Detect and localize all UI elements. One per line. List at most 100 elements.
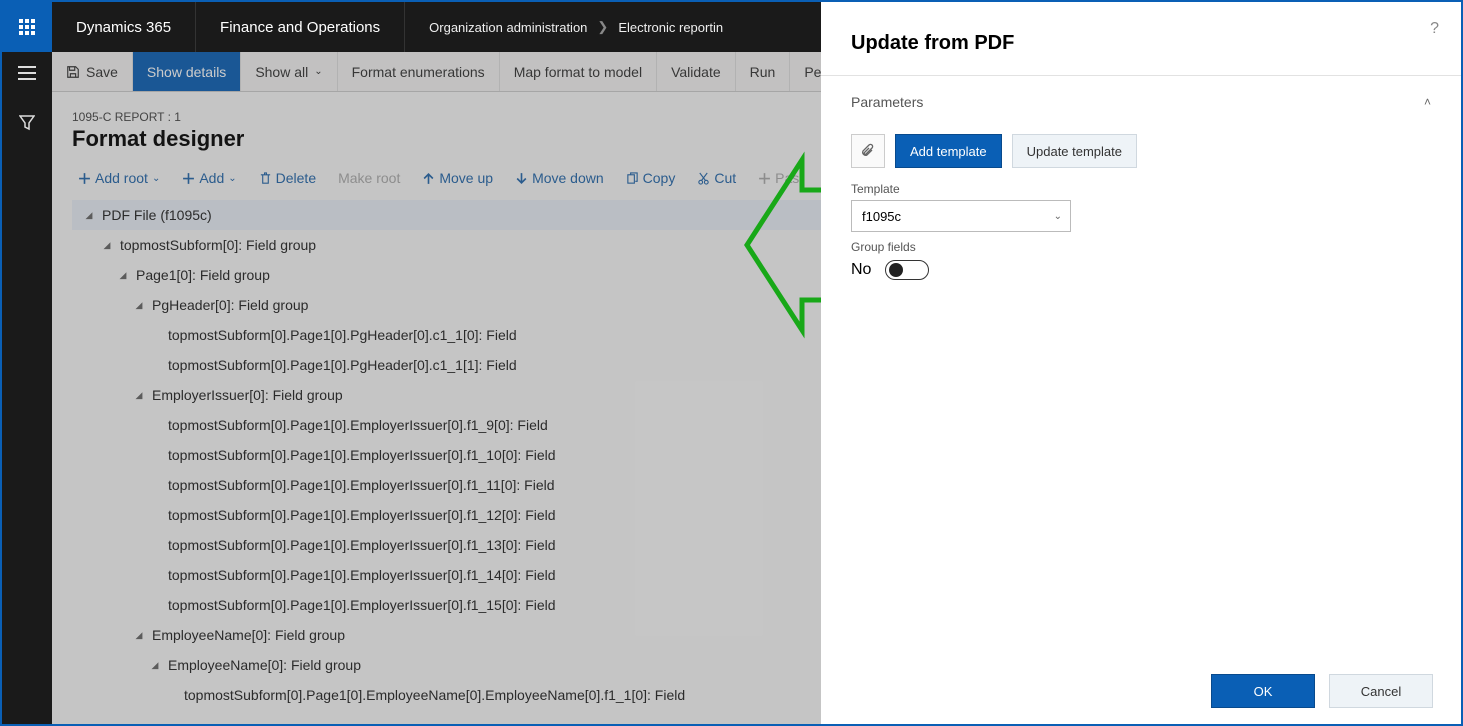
paste-label: Pas <box>775 170 799 186</box>
add-button[interactable]: Add ⌄ <box>176 166 242 190</box>
group-fields-toggle[interactable] <box>885 260 929 280</box>
format-enumerations-button[interactable]: Format enumerations <box>338 52 500 91</box>
ok-button[interactable]: OK <box>1211 674 1315 708</box>
validate-button[interactable]: Validate <box>657 52 736 91</box>
attachment-button[interactable] <box>851 134 885 168</box>
tree-row-label: PgHeader[0]: Field group <box>152 297 308 313</box>
collapse-icon[interactable]: ◢ <box>100 238 114 252</box>
save-icon <box>66 65 80 79</box>
save-button[interactable]: Save <box>52 52 133 91</box>
tree-row-label: topmostSubform[0].Page1[0].PgHeader[0].c… <box>168 327 517 343</box>
move-up-button[interactable]: Move up <box>416 166 499 190</box>
tree-row-label: Page1[0]: Field group <box>136 267 270 283</box>
collapse-icon[interactable]: ◢ <box>82 208 96 222</box>
tree-row-label: PDF File (f1095c) <box>102 207 212 223</box>
template-field-label: Template <box>851 182 1431 196</box>
add-template-button[interactable]: Add template <box>895 134 1002 168</box>
trash-icon <box>259 172 272 185</box>
arrow-up-icon <box>422 172 435 185</box>
cut-label: Cut <box>714 170 736 186</box>
show-all-label: Show all <box>255 64 308 80</box>
cut-icon <box>697 172 710 185</box>
collapse-icon[interactable]: ◢ <box>116 268 130 282</box>
collapse-icon[interactable]: ◢ <box>148 658 162 672</box>
chevron-right-icon: ❯ <box>597 19 608 35</box>
chevron-down-icon: ⌄ <box>152 173 160 184</box>
copy-icon <box>626 172 639 185</box>
tree-row-label: topmostSubform[0]: Field group <box>120 237 316 253</box>
waffle-icon <box>19 19 35 35</box>
tree-row-label: topmostSubform[0].Page1[0].EmployerIssue… <box>168 447 556 463</box>
show-all-button[interactable]: Show all ⌄ <box>241 52 337 91</box>
copy-button[interactable]: Copy <box>620 166 682 190</box>
add-label: Add <box>199 170 224 186</box>
toggle-knob <box>889 263 903 277</box>
tree-row-label: EmployerIssuer[0]: Field group <box>152 387 343 403</box>
move-down-label: Move down <box>532 170 604 186</box>
paperclip-icon <box>860 143 876 159</box>
chevron-down-icon: ⌄ <box>228 173 236 184</box>
tree-row-label: topmostSubform[0].Page1[0].EmployerIssue… <box>168 417 548 433</box>
filter-icon[interactable] <box>19 115 35 136</box>
update-from-pdf-panel: ? Update from PDF Parameters ˄ Add templ… <box>821 2 1461 724</box>
group-fields-field: Group fields No <box>851 240 1431 280</box>
app-launcher-button[interactable] <box>2 2 52 52</box>
collapse-icon[interactable]: ◢ <box>132 298 146 312</box>
module-label[interactable]: Finance and Operations <box>196 2 405 52</box>
group-fields-value: No <box>851 261 871 279</box>
parameters-section-header[interactable]: Parameters ˄ <box>821 76 1461 120</box>
move-up-label: Move up <box>439 170 493 186</box>
save-label: Save <box>86 64 118 80</box>
add-root-label: Add root <box>95 170 148 186</box>
tree-row-label: topmostSubform[0].Page1[0].EmployerIssue… <box>168 537 556 553</box>
panel-title: Update from PDF <box>821 2 1461 75</box>
help-icon[interactable]: ? <box>1430 20 1439 38</box>
make-root-button: Make root <box>332 166 406 190</box>
cut-button[interactable]: Cut <box>691 166 742 190</box>
parameters-section-body: Add template Update template Template f1… <box>821 120 1461 286</box>
chevron-down-icon: ⌄ <box>314 66 322 77</box>
arrow-down-icon <box>515 172 528 185</box>
tree-row-label: topmostSubform[0].Page1[0].EmployeeName[… <box>184 687 685 703</box>
left-rail <box>2 52 52 724</box>
template-select[interactable]: f1095c ⌄ <box>851 200 1071 232</box>
menu-icon[interactable] <box>18 66 36 85</box>
add-root-button[interactable]: Add root ⌄ <box>72 166 166 190</box>
collapse-icon[interactable]: ◢ <box>132 628 146 642</box>
plus-icon <box>78 172 91 185</box>
tree-row-label: topmostSubform[0].Page1[0].EmployerIssue… <box>168 507 556 523</box>
move-down-button[interactable]: Move down <box>509 166 610 190</box>
tree-row-label: topmostSubform[0].Page1[0].EmployerIssue… <box>168 477 555 493</box>
brand-label[interactable]: Dynamics 365 <box>52 2 196 52</box>
show-details-label: Show details <box>147 64 226 80</box>
delete-button[interactable]: Delete <box>253 166 322 190</box>
breadcrumb-item[interactable]: Organization administration <box>429 20 587 35</box>
ok-label: OK <box>1254 684 1273 699</box>
delete-label: Delete <box>276 170 316 186</box>
add-template-label: Add template <box>910 144 987 159</box>
template-button-row: Add template Update template <box>851 134 1431 168</box>
parameters-label: Parameters <box>851 94 923 110</box>
make-root-label: Make root <box>338 170 400 186</box>
update-template-button[interactable]: Update template <box>1012 134 1137 168</box>
chevron-up-icon: ˄ <box>1424 95 1431 109</box>
plus-icon <box>182 172 195 185</box>
tree-row-label: topmostSubform[0].Page1[0].PgHeader[0].c… <box>168 357 517 373</box>
tree-row-label: EmployeeName[0]: Field group <box>168 657 361 673</box>
show-details-button[interactable]: Show details <box>133 52 241 91</box>
panel-footer: OK Cancel <box>821 658 1461 724</box>
collapse-icon[interactable]: ◢ <box>132 388 146 402</box>
run-label: Run <box>750 64 776 80</box>
map-label: Map format to model <box>514 64 642 80</box>
template-select-value: f1095c <box>862 209 901 224</box>
update-template-label: Update template <box>1027 144 1122 159</box>
breadcrumb-item[interactable]: Electronic reportin <box>618 20 723 35</box>
cancel-button[interactable]: Cancel <box>1329 674 1433 708</box>
cancel-label: Cancel <box>1361 684 1401 699</box>
run-button[interactable]: Run <box>736 52 791 91</box>
chevron-down-icon: ⌄ <box>1054 211 1062 222</box>
template-field: Template f1095c ⌄ <box>851 182 1431 232</box>
breadcrumb: Organization administration ❯ Electronic… <box>405 2 747 52</box>
map-format-button[interactable]: Map format to model <box>500 52 657 91</box>
tree-row-label: topmostSubform[0].Page1[0].EmployerIssue… <box>168 567 556 583</box>
